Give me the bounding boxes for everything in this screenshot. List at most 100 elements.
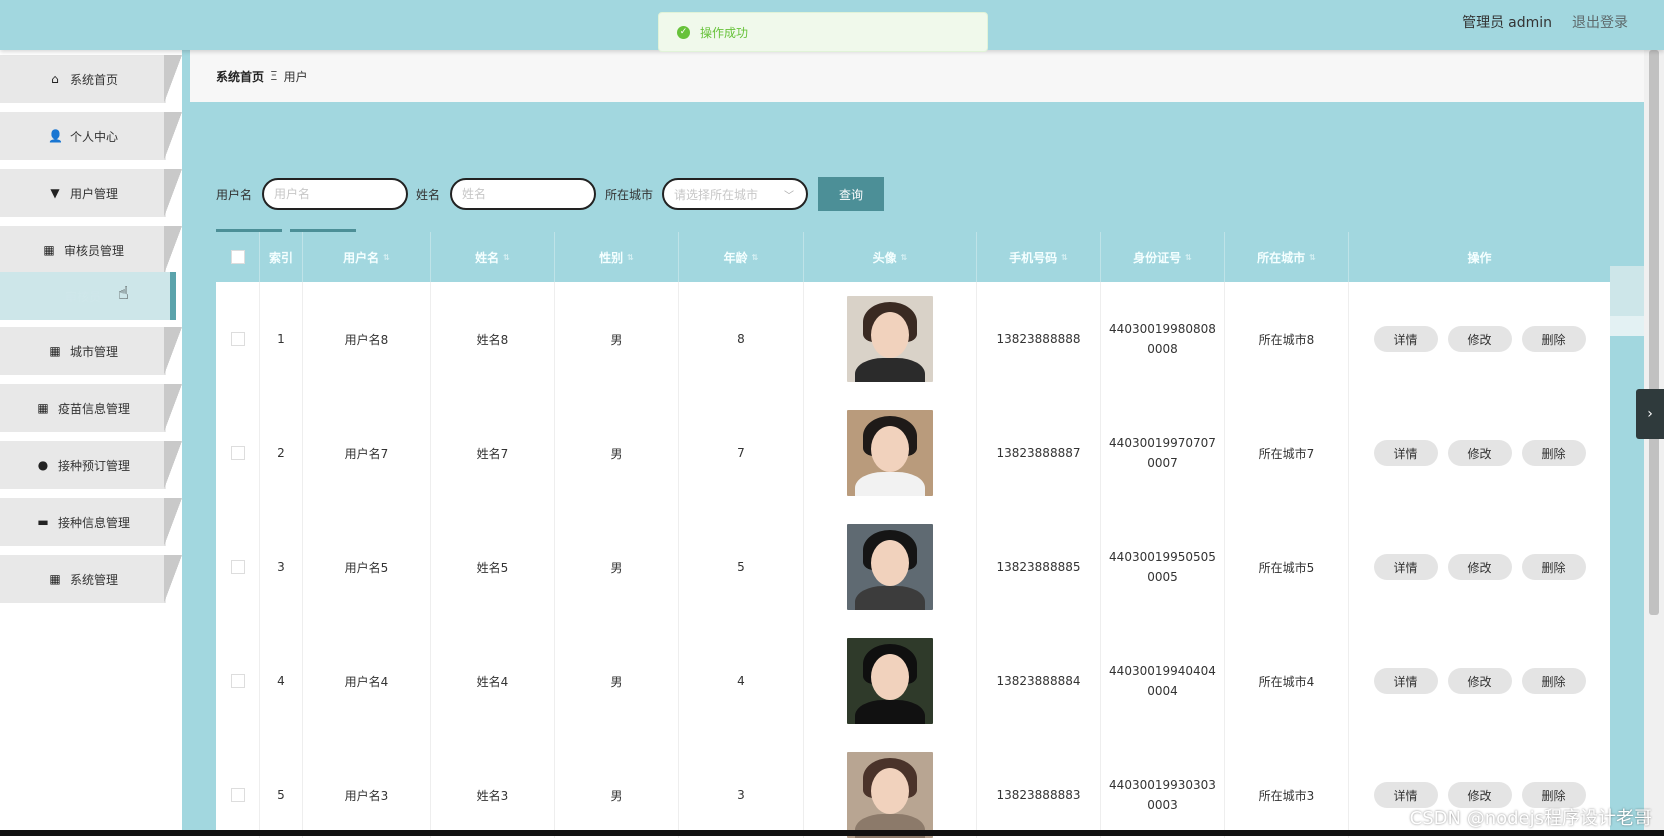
sidebar-item-vaccine-management[interactable]: ▦ 疫苗信息管理 — [0, 384, 182, 432]
cell-avatar — [804, 510, 977, 624]
page-scrollbar[interactable] — [1644, 50, 1664, 836]
col-header-phone[interactable]: 手机号码 ⇅ — [977, 232, 1101, 282]
name-search-input[interactable] — [450, 178, 596, 210]
sort-icon[interactable]: ⇅ — [901, 253, 908, 262]
col-header-label: 头像 — [872, 250, 897, 265]
sort-icon[interactable]: ⇅ — [383, 253, 390, 262]
cell-username: 用户名8 — [303, 282, 431, 396]
cell-index: 4 — [260, 624, 303, 738]
cell-name: 姓名7 — [431, 396, 555, 510]
scrollbar-thumb[interactable] — [1649, 50, 1659, 615]
cell-phone: 13823888885 — [977, 510, 1101, 624]
id-card-line: 0005 — [1147, 570, 1178, 584]
query-button[interactable]: 查询 — [818, 177, 884, 211]
breadcrumb-home[interactable]: 系统首页 — [216, 68, 264, 85]
delete-button[interactable]: 删除 — [1521, 326, 1586, 352]
cell-actions: 详情 修改 删除 — [1349, 624, 1610, 738]
detail-button[interactable]: 详情 — [1373, 440, 1438, 466]
table-header: 索引 用户名 ⇅ 姓名 ⇅ 性别 ⇅ 年龄 ⇅ 头像 ⇅ 手机号码 ⇅ 身份证号 ⇅ 所在城市… — [216, 232, 1610, 282]
sidebar-item-label: 审核员 — [64, 289, 101, 304]
col-header-id-card[interactable]: 身份证号 ⇅ — [1101, 232, 1225, 282]
cell-username: 用户名5 — [303, 510, 431, 624]
col-header-age[interactable]: 年龄 ⇅ — [679, 232, 804, 282]
sort-icon[interactable]: ⇅ — [1061, 253, 1068, 262]
sidebar-item-label: 审核员管理 — [63, 243, 124, 258]
cell-name: 姓名4 — [431, 624, 555, 738]
cell-name: 姓名8 — [431, 282, 555, 396]
avatar[interactable] — [847, 638, 933, 724]
sidebar-item-label: 个人中心 — [69, 129, 118, 144]
grid-icon: ▦ — [49, 572, 61, 586]
edit-button[interactable]: 修改 — [1447, 554, 1512, 580]
sidebar-item-personal-center[interactable]: 👤 个人中心 — [0, 112, 182, 160]
select-all-checkbox[interactable] — [230, 250, 245, 264]
row-checkbox[interactable] — [230, 788, 245, 802]
sidebar-item-reviewer-management[interactable]: ▦ 审核员管理 — [0, 226, 182, 274]
sidebar-item-label: 接种信息管理 — [57, 515, 130, 530]
row-checkbox[interactable] — [230, 674, 245, 688]
sidebar-item-booking-management[interactable]: ● 接种预订管理 — [0, 441, 182, 489]
cell-phone: 13823888884 — [977, 624, 1101, 738]
row-checkbox[interactable] — [230, 332, 245, 346]
delete-button[interactable]: 删除 — [1521, 554, 1586, 580]
table-row: 3 用户名5 姓名5 男 5 13823888885 4403001995050… — [216, 510, 1610, 625]
avatar[interactable] — [847, 296, 933, 382]
sidebar-item-user-management[interactable]: ▼ 用户管理 — [0, 169, 182, 217]
detail-button[interactable]: 详情 — [1373, 326, 1438, 352]
id-card-line: 44030019970707 — [1109, 436, 1216, 450]
role-label: 管理员 — [1462, 15, 1505, 31]
current-user: 管理员 admin — [1462, 12, 1552, 32]
col-header-avatar[interactable]: 头像 ⇅ — [804, 232, 977, 282]
col-header-name[interactable]: 姓名 ⇅ — [431, 232, 555, 282]
avatar[interactable] — [847, 524, 933, 610]
cell-age: 8 — [679, 282, 804, 396]
cell-gender: 男 — [555, 282, 679, 396]
cell-age: 5 — [679, 510, 804, 624]
col-header-gender[interactable]: 性别 ⇅ — [555, 232, 679, 282]
cell-id-card: 44030019930303 0003 — [1101, 738, 1225, 838]
cell-id-card: 44030019980808 0008 — [1101, 282, 1225, 396]
col-header-city[interactable]: 所在城市 ⇅ — [1225, 232, 1349, 282]
edit-button[interactable]: 修改 — [1447, 326, 1512, 352]
sort-icon[interactable]: ⇅ — [1309, 253, 1316, 262]
cell-index: 5 — [260, 738, 303, 838]
delete-button[interactable]: 删除 — [1521, 440, 1586, 466]
cell-gender: 男 — [555, 396, 679, 510]
check-circle-icon: ✓ — [677, 25, 690, 39]
sidebar-item-city-management[interactable]: ▦ 城市管理 — [0, 327, 182, 375]
row-checkbox[interactable] — [230, 560, 245, 574]
grid-icon: ▦ — [49, 344, 61, 358]
sort-icon[interactable]: ⇅ — [1185, 253, 1192, 262]
avatar[interactable] — [847, 752, 933, 838]
delete-button[interactable]: 删除 — [1521, 668, 1586, 694]
row-checkbox[interactable] — [230, 446, 245, 460]
breadcrumb-current: 用户 — [283, 69, 308, 84]
sidebar-subitem-reviewer[interactable]: 审核员 — [0, 272, 182, 320]
col-header-actions: 操作 — [1349, 232, 1610, 282]
sort-icon[interactable]: ⇅ — [752, 253, 759, 262]
user-icon: 👤 — [47, 129, 63, 143]
edit-button[interactable]: 修改 — [1447, 668, 1512, 694]
avatar[interactable] — [847, 410, 933, 496]
sort-icon[interactable]: ⇅ — [503, 253, 510, 262]
sort-icon[interactable]: ⇅ — [627, 253, 634, 262]
sidebar-item-home[interactable]: ⌂ 系统首页 — [0, 55, 182, 103]
city-select[interactable]: 请选择所在城市 ﹀ — [662, 178, 808, 210]
edit-button[interactable]: 修改 — [1447, 440, 1512, 466]
sidebar-item-vaccination-management[interactable]: ▬ 接种信息管理 — [0, 498, 182, 546]
chevron-right-icon[interactable]: › — [1636, 389, 1664, 439]
home-icon: ⌂ — [51, 72, 59, 86]
cell-username: 用户名4 — [303, 624, 431, 738]
logout-link[interactable]: 退出登录 — [1572, 12, 1628, 32]
cell-phone: 13823888883 — [977, 738, 1101, 838]
cell-id-card: 44030019950505 0005 — [1101, 510, 1225, 624]
sidebar-item-label: 用户管理 — [69, 186, 118, 201]
detail-button[interactable]: 详情 — [1373, 554, 1438, 580]
sidebar-item-system-management[interactable]: ▦ 系统管理 — [0, 555, 182, 603]
detail-button[interactable]: 详情 — [1373, 668, 1438, 694]
grid-icon: ▦ — [43, 243, 55, 257]
watermark-text: CSDN @nodejs程序设计老哥 — [1409, 808, 1652, 829]
username-search-input[interactable] — [262, 178, 408, 210]
success-toast: ✓ 操作成功 — [658, 12, 988, 52]
col-header-username[interactable]: 用户名 ⇅ — [303, 232, 431, 282]
